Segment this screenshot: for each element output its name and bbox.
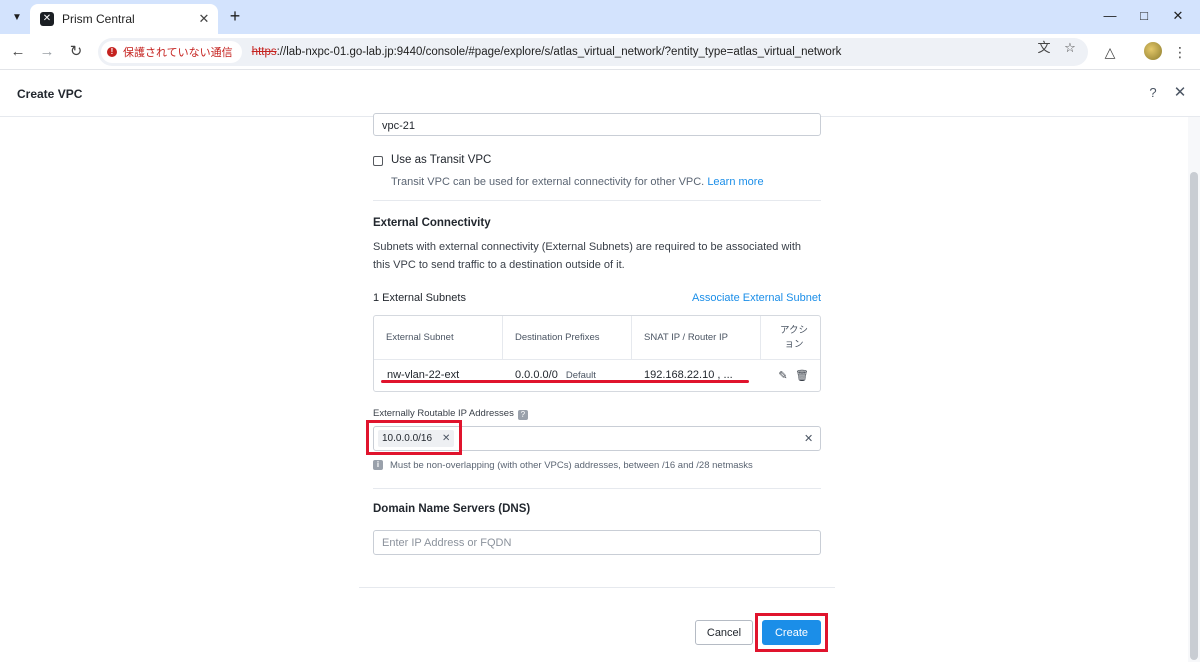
window-maximize-icon[interactable]: □ <box>1129 6 1159 26</box>
browser-toolbar: ← → ↻ ! 保護されていない通信 https://lab-nxpc-01.g… <box>0 34 1200 70</box>
routable-ip-label-text: Externally Routable IP Addresses <box>373 408 514 419</box>
reload-icon[interactable]: ↻ <box>66 42 86 62</box>
external-subnet-count: 1 External Subnets <box>373 292 466 304</box>
transit-vpc-checkbox[interactable] <box>373 156 383 166</box>
scrollbar-thumb[interactable] <box>1190 172 1198 660</box>
section-divider <box>373 488 821 489</box>
translate-icon[interactable]: 文 <box>1036 40 1052 56</box>
delete-trash-icon[interactable]: 🗑 <box>795 369 809 383</box>
transit-help-text: Transit VPC can be used for external con… <box>391 176 764 188</box>
associate-external-subnet-link[interactable]: Associate External Subnet <box>692 292 821 304</box>
routable-ip-label: Externally Routable IP Addresses? <box>373 408 528 420</box>
external-connectivity-title: External Connectivity <box>373 217 491 229</box>
dns-section-title: Domain Name Servers (DNS) <box>373 503 531 515</box>
column-header-actions: アクション <box>779 324 809 350</box>
tab-title: Prism Central <box>62 12 135 26</box>
forward-arrow-icon[interactable]: → <box>37 42 57 62</box>
cancel-button[interactable]: Cancel <box>695 620 753 645</box>
tab-search-chevron-icon[interactable]: ▼ <box>6 6 28 28</box>
learn-more-link[interactable]: Learn more <box>707 176 763 188</box>
transit-help-body: Transit VPC can be used for external con… <box>391 176 705 188</box>
footer-divider <box>359 587 835 588</box>
profile-avatar[interactable] <box>1144 42 1162 60</box>
column-separator <box>760 316 761 359</box>
bookmark-star-icon[interactable]: ☆ <box>1062 40 1078 56</box>
back-arrow-icon[interactable]: ← <box>8 42 28 62</box>
column-header-destination-prefixes: Destination Prefixes <box>515 332 600 343</box>
dialog-header: Create VPC ? ✕ <box>0 71 1200 117</box>
column-separator <box>631 316 632 359</box>
page-title: Create VPC <box>17 87 83 101</box>
url-rest: ://lab-nxpc-01.go-lab.jp:9440/console/#p… <box>276 46 842 58</box>
url-text[interactable]: https://lab-nxpc-01.go-lab.jp:9440/conso… <box>252 46 842 58</box>
browser-tab[interactable]: ✕ Prism Central ✕ <box>30 4 218 34</box>
prism-favicon-icon: ✕ <box>40 12 54 26</box>
clear-all-icon[interactable]: ✕ <box>804 432 813 445</box>
column-separator <box>502 316 503 359</box>
browser-menu-icon[interactable]: ⋮ <box>1172 42 1188 62</box>
browser-tab-bar: ▼ ✕ Prism Central ✕ + — □ ✕ <box>0 0 1200 34</box>
vpc-name-input[interactable]: vpc-21 <box>373 113 821 136</box>
routable-ip-hint: Must be non-overlapping (with other VPCs… <box>390 460 753 471</box>
window-minimize-icon[interactable]: — <box>1095 6 1125 26</box>
edit-pencil-icon[interactable]: ✎ <box>776 369 790 383</box>
security-chip[interactable]: ! 保護されていない通信 <box>101 41 242 63</box>
help-icon[interactable]: ? <box>1145 84 1161 102</box>
close-icon[interactable]: ✕ <box>1172 84 1188 102</box>
extensions-puzzle-icon[interactable]: △ <box>1100 42 1120 62</box>
transit-vpc-label: Use as Transit VPC <box>391 154 492 166</box>
column-header-snat-ip: SNAT IP / Router IP <box>644 332 728 343</box>
annotation-underline <box>381 380 749 383</box>
column-header-external-subnet: External Subnet <box>386 332 454 343</box>
question-help-icon[interactable]: ? <box>517 410 528 420</box>
tab-close-icon[interactable]: ✕ <box>196 11 212 27</box>
security-label: 保護されていない通信 <box>123 47 233 59</box>
warning-icon: ! <box>107 47 117 57</box>
dns-input[interactable]: Enter IP Address or FQDN <box>373 530 821 555</box>
new-tab-plus-icon[interactable]: + <box>226 7 244 25</box>
window-close-icon[interactable]: ✕ <box>1163 6 1193 26</box>
info-icon: i <box>373 460 383 470</box>
external-connectivity-description: Subnets with external connectivity (Exte… <box>373 241 802 271</box>
section-divider <box>373 200 821 201</box>
annotation-highlight-box <box>366 420 462 455</box>
url-scheme: https <box>251 46 277 58</box>
table-header-line <box>374 359 820 360</box>
address-bar[interactable]: ! 保護されていない通信 https://lab-nxpc-01.go-lab.… <box>98 38 1088 66</box>
annotation-highlight-box <box>755 613 828 652</box>
